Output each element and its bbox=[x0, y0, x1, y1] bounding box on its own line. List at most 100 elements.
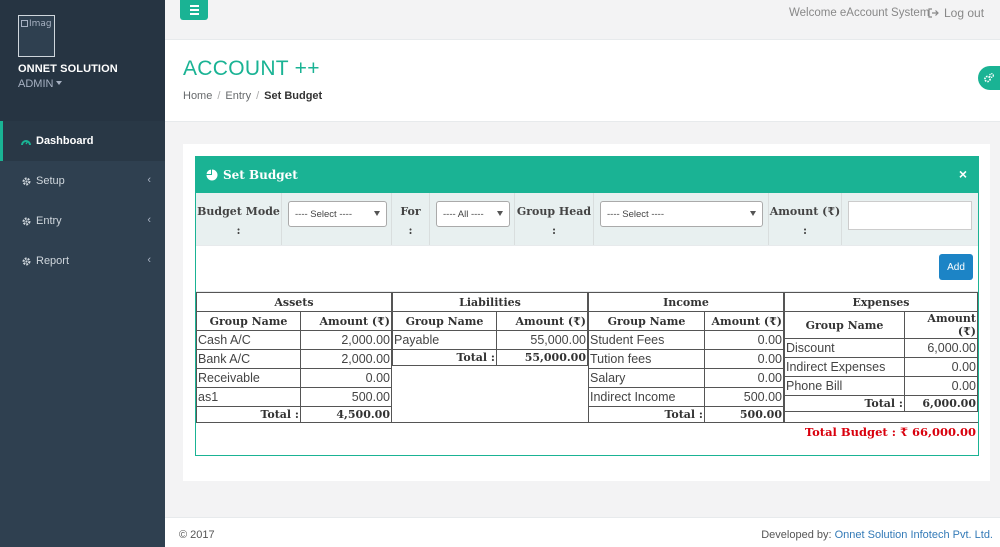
for-selected: ---- All ---- bbox=[443, 208, 484, 220]
amount-header: Amount (₹) bbox=[496, 311, 588, 331]
copyright: © 2017 bbox=[179, 529, 215, 541]
sidebar-item-dashboard[interactable]: Dashboard bbox=[0, 121, 165, 161]
sidebar-item-setup[interactable]: Setup ‹ bbox=[0, 161, 165, 201]
avatar[interactable]: Imag bbox=[18, 15, 55, 57]
group-name-header: Group Name bbox=[196, 311, 301, 331]
amount-header: Amount (₹) bbox=[704, 311, 784, 331]
group-name: Phone Bill bbox=[784, 376, 905, 396]
total-row: Total :6,000.00 bbox=[784, 395, 978, 412]
assets-table: Assets Group Name Amount (₹) Cash A/C 2,00… bbox=[196, 292, 392, 423]
role-dropdown[interactable]: ADMIN bbox=[18, 78, 165, 90]
sidebar-item-label: Setup bbox=[36, 175, 65, 187]
table-row: Payable 55,000.00 bbox=[392, 330, 588, 350]
amount-value: 55,000.00 bbox=[496, 330, 588, 350]
total-label: Total : bbox=[588, 406, 705, 423]
total-label: Total : bbox=[392, 349, 497, 366]
amount-header: Amount (₹) bbox=[904, 311, 978, 339]
section-title: Assets bbox=[196, 292, 392, 312]
amount-header: Amount (₹) bbox=[300, 311, 392, 331]
group-name-header: Group Name bbox=[784, 311, 905, 339]
section-title: Expenses bbox=[784, 292, 978, 312]
sidebar-item-label: Entry bbox=[36, 215, 62, 227]
amount-value: 0.00 bbox=[704, 368, 784, 388]
breadcrumb-current: Set Budget bbox=[264, 90, 323, 102]
total-value: 55,000.00 bbox=[496, 349, 588, 366]
close-icon[interactable]: × bbox=[959, 166, 967, 182]
liabilities-table: Liabilities Group Name Amount (₹) Payable… bbox=[392, 292, 588, 366]
group-head-select[interactable]: ---- Select ---- bbox=[600, 201, 763, 227]
footer: © 2017 Developed by: Onnet Solution Info… bbox=[165, 517, 1000, 547]
section-title: Income bbox=[588, 292, 784, 312]
amount-label: Amount (₹): bbox=[769, 193, 842, 245]
sidebar-item-entry[interactable]: Entry ‹ bbox=[0, 201, 165, 241]
budget-mode-select[interactable]: ---- Select ---- bbox=[288, 201, 387, 227]
group-name: Receivable bbox=[196, 368, 301, 388]
panel-title: Set Budget bbox=[223, 168, 298, 182]
amount-value: 0.00 bbox=[904, 357, 978, 377]
assets-section: Assets Group Name Amount (₹) Cash A/C 2,00… bbox=[196, 292, 392, 423]
table-row: Bank A/C 2,000.00 bbox=[196, 349, 392, 369]
income-section: Income Group Name Amount (₹) Student Fees… bbox=[588, 292, 784, 423]
table-row: Student Fees 0.00 bbox=[588, 330, 784, 350]
table-row: Phone Bill 0.00 bbox=[784, 376, 978, 396]
gear-icon bbox=[21, 216, 31, 226]
chevron-left-icon: ‹ bbox=[147, 214, 151, 226]
total-value: 500.00 bbox=[704, 406, 784, 423]
label-colon: : bbox=[551, 224, 557, 237]
settings-toggle-button[interactable] bbox=[978, 66, 1000, 90]
sidebar-item-report[interactable]: Report ‹ bbox=[0, 241, 165, 281]
total-label: Total : bbox=[784, 395, 905, 412]
sidebar-item-label: Report bbox=[36, 255, 70, 267]
amount-value: 2,000.00 bbox=[300, 349, 392, 369]
group-name: Cash A/C bbox=[196, 330, 301, 350]
total-label: Total : bbox=[196, 406, 301, 423]
developer-credit: Developed by: Onnet Solution Infotech Pv… bbox=[761, 529, 993, 541]
sidebar-toggle-button[interactable] bbox=[180, 0, 208, 20]
amount-value: 500.00 bbox=[704, 387, 784, 407]
company-link[interactable]: Onnet Solution Infotech Pvt. Ltd. bbox=[835, 529, 993, 541]
developed-by-label: Developed by: bbox=[761, 529, 835, 541]
for-cell: ---- All ---- bbox=[430, 193, 515, 245]
table-row: Tution fees 0.00 bbox=[588, 349, 784, 369]
breadcrumb-separator: / bbox=[256, 90, 260, 102]
amount-input[interactable] bbox=[848, 201, 972, 230]
budget-mode-label-text: Budget Mode bbox=[197, 205, 280, 218]
broken-image-icon bbox=[21, 20, 28, 27]
breadcrumb-entry[interactable]: Entry bbox=[225, 90, 251, 102]
menu-bar bbox=[189, 13, 199, 15]
column-divider bbox=[588, 292, 589, 422]
budget-mode-label: Budget Mode: bbox=[196, 193, 282, 245]
add-row: Add bbox=[196, 246, 978, 292]
table-row: Discount 6,000.00 bbox=[784, 338, 978, 358]
group-name: Student Fees bbox=[588, 330, 705, 350]
group-name: Indirect Income bbox=[588, 387, 705, 407]
total-row: Total :500.00 bbox=[588, 406, 784, 423]
group-name: Discount bbox=[784, 338, 905, 358]
table-row: Salary 0.00 bbox=[588, 368, 784, 388]
group-head-label: Group Head: bbox=[515, 193, 594, 245]
table-row: Indirect Expenses 0.00 bbox=[784, 357, 978, 377]
for-select[interactable]: ---- All ---- bbox=[436, 201, 510, 227]
group-name: Salary bbox=[588, 368, 705, 388]
chevron-left-icon: ‹ bbox=[147, 174, 151, 186]
add-button[interactable]: Add bbox=[939, 254, 973, 280]
top-navbar: Welcome eAccount System Log out bbox=[165, 0, 1000, 40]
dashboard-icon bbox=[21, 136, 31, 146]
welcome-message: Welcome eAccount System bbox=[789, 7, 930, 19]
expenses-section: Expenses Group Name Amount (₹) Discount 6,… bbox=[784, 292, 978, 422]
label-colon: : bbox=[236, 224, 241, 237]
role-label: ADMIN bbox=[18, 78, 54, 90]
caret-down-icon bbox=[56, 81, 63, 85]
for-label: For: bbox=[392, 193, 430, 245]
total-value: 4,500.00 bbox=[300, 406, 392, 423]
amount-value: 0.00 bbox=[300, 368, 392, 388]
logout-link[interactable]: Log out bbox=[928, 6, 984, 20]
amount-value: 2,000.00 bbox=[300, 330, 392, 350]
amount-cell bbox=[842, 193, 978, 245]
dropdown-arrow-icon bbox=[750, 211, 756, 216]
page-heading: ACCOUNT ++ Home / Entry / Set Budget bbox=[165, 40, 1000, 122]
set-budget-panel: Set Budget × Budget Mode: ---- Select --… bbox=[195, 156, 979, 456]
breadcrumb-home[interactable]: Home bbox=[183, 90, 212, 102]
gear-icon bbox=[21, 256, 31, 266]
amount-value: 0.00 bbox=[704, 349, 784, 369]
